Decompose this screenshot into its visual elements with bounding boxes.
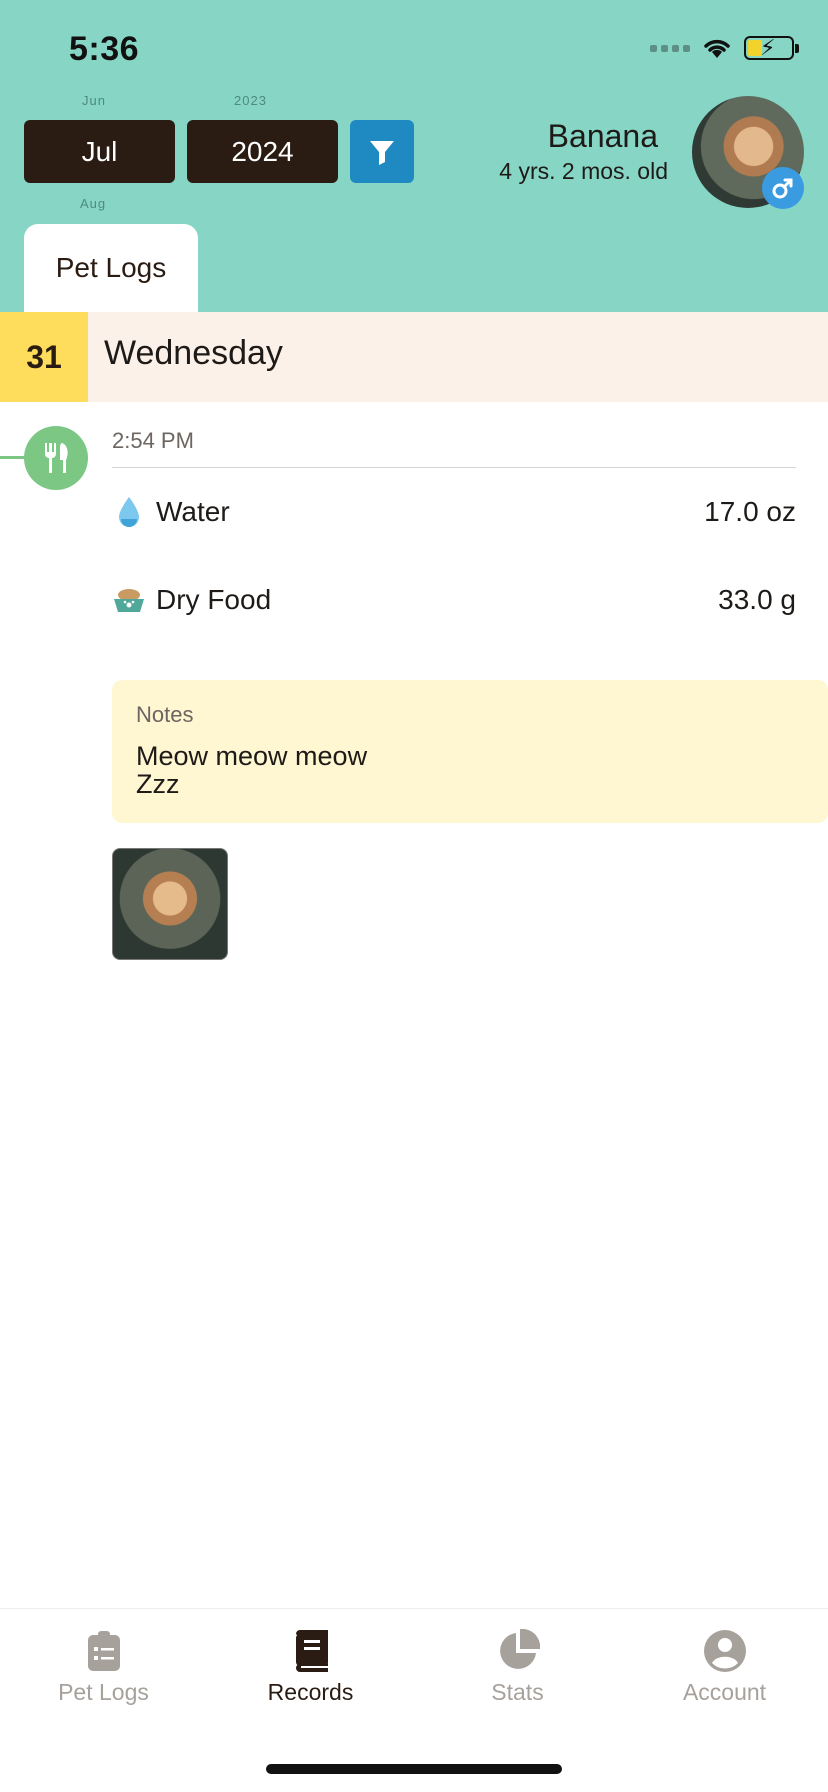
male-icon	[762, 167, 804, 209]
log-item-row[interactable]: Water 17.0 oz	[112, 490, 796, 534]
item-label: Dry Food	[156, 584, 272, 615]
tab-pet-logs[interactable]: Pet Logs	[24, 224, 198, 312]
nav-records[interactable]: Records	[207, 1629, 414, 1706]
pie-chart-icon	[496, 1629, 540, 1673]
notes-title: Notes	[136, 702, 194, 727]
cellular-signal-icon	[650, 44, 690, 52]
day-weekday: Wednesday	[104, 334, 283, 372]
wifi-icon	[704, 39, 730, 58]
month-picker-prev[interactable]: Jun	[82, 93, 106, 108]
nav-account[interactable]: Account	[621, 1629, 828, 1706]
year-picker-prev[interactable]: 2023	[234, 93, 267, 108]
fork-knife-icon[interactable]	[24, 426, 88, 490]
nav-label: Account	[682, 1679, 767, 1705]
nav-label: Stats	[491, 1679, 544, 1705]
notes-card: Notes Meow meow meow Zzz	[112, 680, 828, 823]
pet-age: 4 yrs. 2 mos. old	[499, 158, 668, 184]
home-indicator[interactable]	[266, 1764, 562, 1774]
status-time: 5:36	[69, 30, 140, 68]
entry-time: 2:54 PM	[112, 428, 194, 453]
month-picker-next[interactable]: Aug	[80, 196, 106, 211]
divider	[112, 467, 796, 468]
day-header: 31 Wednesday	[0, 312, 828, 402]
nav-label: Pet Logs	[58, 1679, 149, 1705]
battery-icon: ⚡	[744, 35, 799, 60]
year-picker[interactable]: 2024	[187, 120, 338, 183]
food-bowl-icon	[112, 583, 146, 617]
water-drop-icon	[112, 495, 146, 529]
filter-button[interactable]	[350, 120, 414, 183]
book-icon	[289, 1629, 333, 1673]
clipboard-icon	[82, 1629, 126, 1673]
item-label: Water	[156, 496, 230, 527]
account-icon	[703, 1629, 747, 1673]
nav-label: Records	[267, 1679, 354, 1705]
entry-photo[interactable]	[112, 848, 228, 960]
nav-stats[interactable]: Stats	[414, 1629, 621, 1706]
item-value: 33.0 g	[718, 584, 796, 615]
item-value: 17.0 oz	[704, 496, 796, 527]
pet-name: Banana	[547, 118, 658, 154]
filter-icon	[370, 140, 394, 165]
header: 5:36 ⚡ Jun Aug 2023 Jul 2024 Banana 4 yr…	[0, 0, 828, 312]
notes-text: Meow meow meow Zzz	[136, 741, 368, 799]
nav-pet-logs[interactable]: Pet Logs	[0, 1629, 207, 1706]
day-number: 31	[0, 312, 88, 402]
month-picker[interactable]: Jul	[24, 120, 175, 183]
status-icons: ⚡	[650, 35, 799, 60]
log-item-row[interactable]: Dry Food 33.0 g	[112, 578, 796, 622]
